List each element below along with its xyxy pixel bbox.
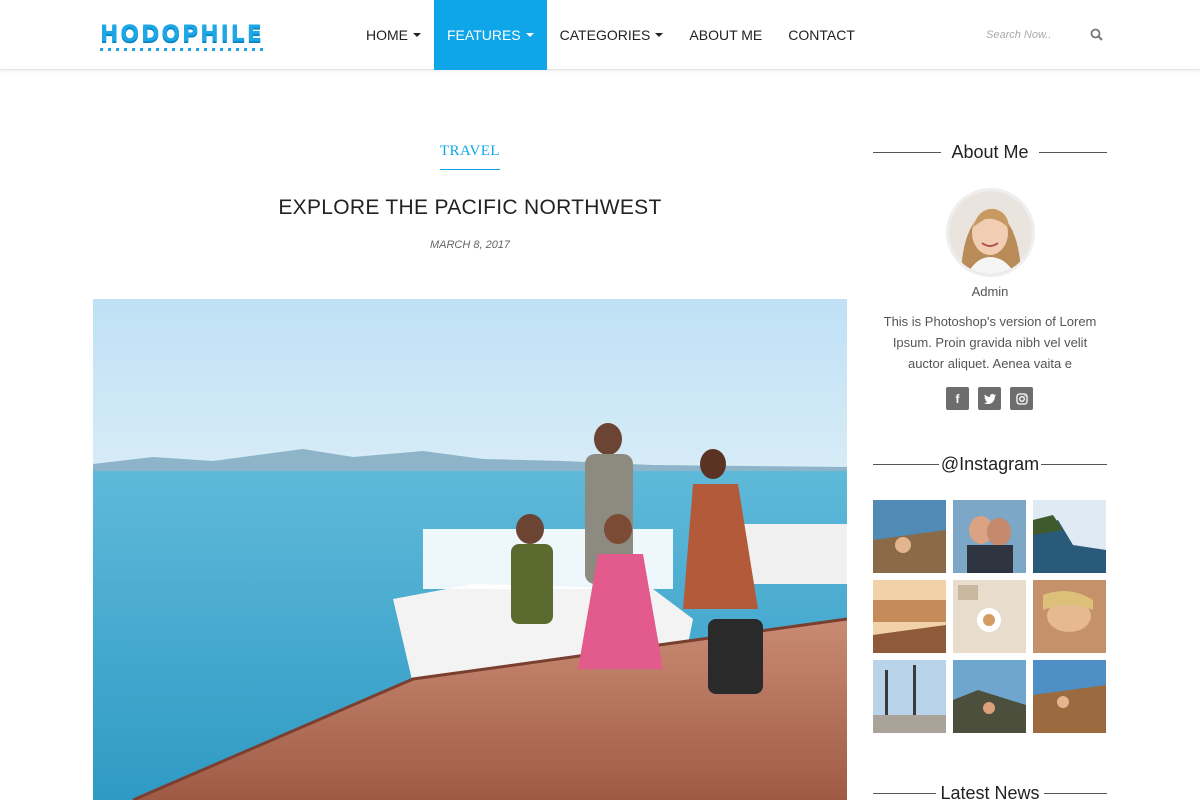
instagram-camera-glyph [1015, 392, 1028, 405]
site-header: HODOPHILE HOME FEATURES CATEGORIES ABOUT… [0, 0, 1200, 70]
instagram-title-text: @Instagram [940, 454, 1040, 474]
chevron-down-icon [413, 33, 421, 37]
search-icon[interactable] [1090, 28, 1103, 41]
family-pier-photo [93, 299, 847, 800]
nav-item-categories[interactable]: CATEGORIES [547, 0, 677, 70]
post-title[interactable]: EXPLORE THE PACIFIC NORTHWEST [93, 196, 847, 220]
instagram-photo[interactable] [953, 660, 1026, 733]
photo-palm-street [873, 660, 946, 733]
twitter-bird-glyph [983, 393, 996, 404]
chevron-down-icon [655, 33, 664, 37]
instagram-photo[interactable] [873, 660, 946, 733]
author-portrait [949, 191, 1032, 274]
twitter-icon[interactable] [978, 387, 1001, 410]
nav-item-contact[interactable]: CONTACT [775, 0, 868, 70]
instagram-photo[interactable] [953, 500, 1026, 573]
instagram-photo[interactable] [1033, 500, 1106, 573]
avatar[interactable] [946, 188, 1035, 277]
instagram-photo[interactable] [953, 580, 1026, 653]
photo-sleeping-woman [1033, 580, 1106, 653]
facebook-icon[interactable]: f [946, 387, 969, 410]
photo-canyon [1033, 660, 1106, 733]
latest-news-title-text: Latest News [940, 783, 1040, 800]
post-date: MARCH 8, 2017 [429, 239, 511, 251]
nav-label-home: HOME [366, 27, 408, 43]
site-logo[interactable]: HODOPHILE [100, 22, 264, 51]
nav-item-home[interactable]: HOME [353, 0, 434, 70]
photo-cliff-bay [1033, 500, 1106, 573]
post-featured-image[interactable] [93, 299, 847, 800]
photo-beach-sunset [873, 580, 946, 653]
photo-breakfast [953, 580, 1026, 653]
photo-coastline [873, 500, 946, 573]
main-nav: HOME FEATURES CATEGORIES ABOUT ME CONTAC… [353, 0, 868, 70]
author-name: Admin [971, 284, 1009, 299]
latest-news-widget-title: Latest News [873, 783, 1108, 800]
about-title-text: About Me [951, 142, 1029, 162]
title-divider-left [873, 152, 942, 153]
nav-item-features[interactable]: FEATURES [434, 0, 547, 70]
facebook-glyph: f [955, 391, 960, 406]
photo-cliff-sitting [953, 660, 1026, 733]
nav-label-about-me: ABOUT ME [689, 27, 763, 43]
instagram-photo[interactable] [1033, 660, 1106, 733]
photo-couple [953, 500, 1026, 573]
instagram-widget-title: @Instagram [873, 454, 1107, 475]
title-divider-right [1038, 152, 1108, 153]
about-widget-title: About Me [873, 142, 1108, 163]
chevron-down-icon [525, 33, 534, 37]
title-divider-left [873, 793, 937, 794]
nav-label-features: FEATURES [447, 27, 521, 43]
post-category-wrap: TRAVEL [93, 142, 847, 170]
instagram-icon[interactable] [1010, 387, 1033, 410]
instagram-photo[interactable] [873, 580, 946, 653]
nav-label-contact: CONTACT [788, 27, 855, 43]
about-text: This is Photoshop's version of Lorem Ips… [883, 314, 1097, 371]
nav-item-about-me[interactable]: ABOUT ME [676, 0, 775, 70]
title-divider-right [1043, 793, 1108, 794]
social-links: f [946, 387, 1033, 410]
title-divider-right [1041, 464, 1107, 465]
post-category-link[interactable]: TRAVEL [439, 143, 501, 170]
search-input[interactable] [986, 24, 1081, 46]
search-box [986, 24, 1106, 46]
instagram-photo[interactable] [873, 500, 946, 573]
instagram-photo[interactable] [1033, 580, 1106, 653]
instagram-grid [873, 500, 1108, 733]
title-divider-left [873, 464, 939, 465]
nav-label-categories: CATEGORIES [559, 27, 651, 43]
